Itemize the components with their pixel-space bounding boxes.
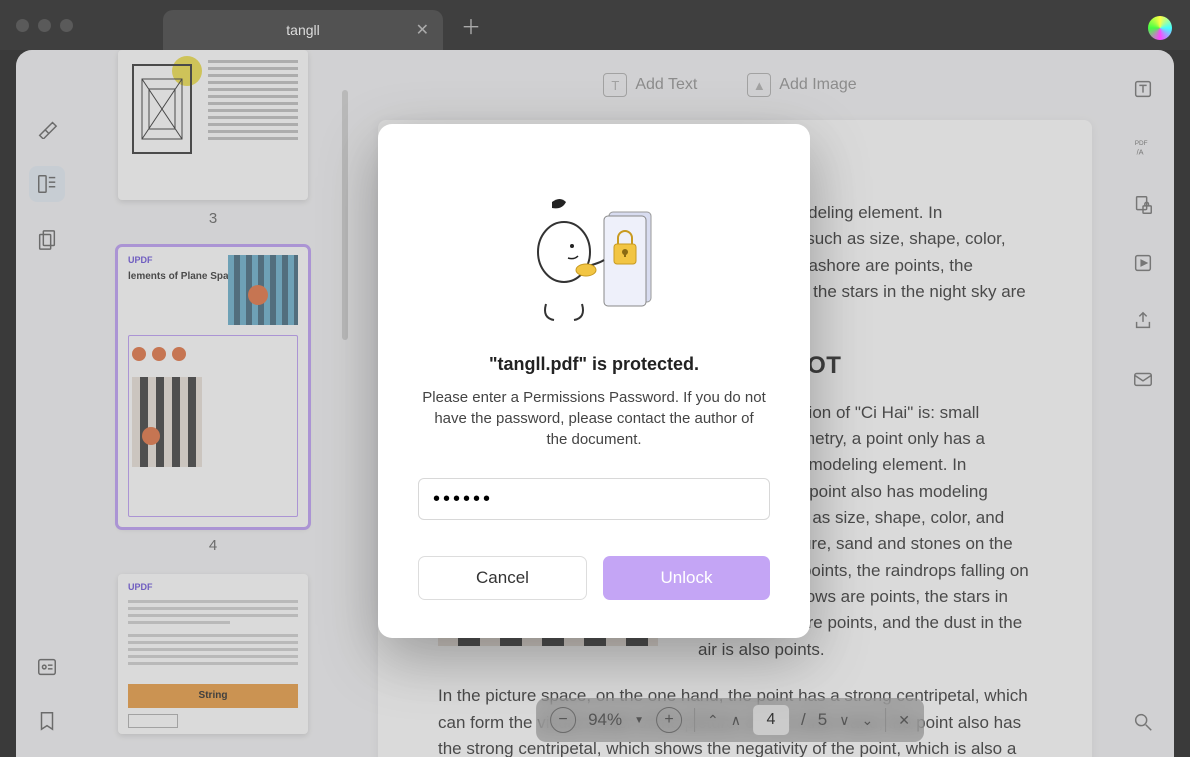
- add-tab-icon[interactable]: ＋: [461, 11, 481, 40]
- maximize-window[interactable]: [60, 19, 73, 32]
- minimize-window[interactable]: [38, 19, 51, 32]
- close-tab-icon[interactable]: ✕: [416, 20, 429, 40]
- window-controls: [16, 19, 73, 32]
- titlebar: tangll ✕ ＋: [0, 0, 1190, 50]
- app-logo-icon: [1148, 16, 1172, 40]
- dialog-message: Please enter a Permissions Password. If …: [418, 387, 770, 450]
- cancel-button[interactable]: Cancel: [418, 556, 587, 600]
- unlock-button[interactable]: Unlock: [603, 556, 770, 600]
- password-input[interactable]: [418, 478, 770, 520]
- tab-label: tangll: [286, 22, 319, 38]
- close-window[interactable]: [16, 19, 29, 32]
- password-dialog: "tangll.pdf" is protected. Please enter …: [378, 124, 810, 638]
- tab-tangll[interactable]: tangll ✕: [163, 10, 443, 50]
- dialog-title: "tangll.pdf" is protected.: [418, 354, 770, 375]
- dialog-illustration: [514, 194, 674, 324]
